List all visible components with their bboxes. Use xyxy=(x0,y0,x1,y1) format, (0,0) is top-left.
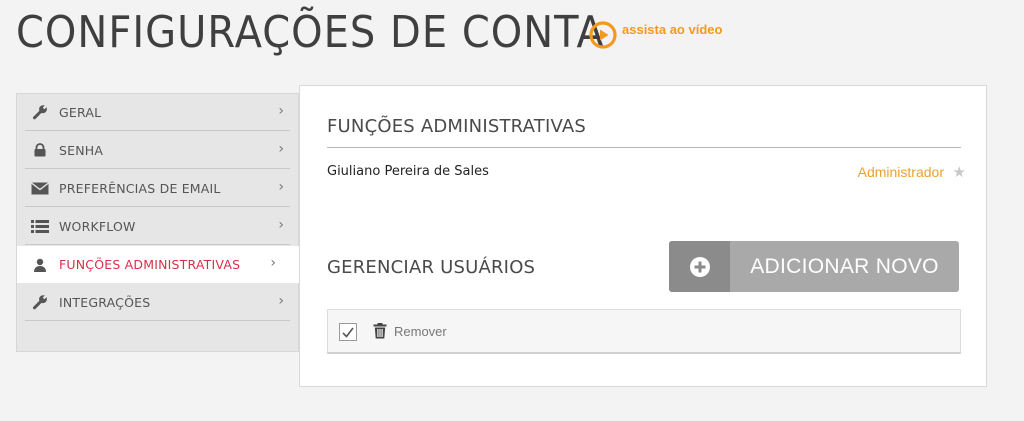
lock-icon xyxy=(29,142,51,158)
chevron-right-icon: › xyxy=(278,141,284,157)
play-circle-icon xyxy=(589,21,617,49)
sidebar-item-geral[interactable]: GERAL › xyxy=(25,94,290,131)
divider xyxy=(327,147,961,148)
chevron-right-icon: › xyxy=(278,217,284,233)
chevron-right-icon: › xyxy=(278,179,284,195)
sidebar-item-integracoes[interactable]: INTEGRAÇÕES › xyxy=(25,284,290,321)
trash-icon[interactable] xyxy=(373,323,387,339)
watch-video-link[interactable]: assista ao vídeo xyxy=(588,20,722,50)
sidebar-item-label: FUNÇÕES ADMINISTRATIVAS xyxy=(59,257,241,272)
chevron-right-icon: › xyxy=(278,293,284,309)
settings-sidebar: GERAL › SENHA › PREFERÊNCIAS DE EMAIL › … xyxy=(16,93,300,352)
sidebar-item-label: WORKFLOW xyxy=(59,218,136,234)
section-heading-admin-roles: FUNÇÕES ADMINISTRATIVAS xyxy=(327,116,586,137)
remove-button[interactable]: Remover xyxy=(394,324,447,339)
wrench-icon xyxy=(29,294,51,310)
envelope-icon xyxy=(29,180,51,196)
admin-roles-panel: FUNÇÕES ADMINISTRATIVAS Giuliano Pereira… xyxy=(299,85,987,387)
sidebar-item-label: SENHA xyxy=(59,142,104,158)
chevron-right-icon: › xyxy=(278,103,284,119)
star-icon[interactable]: ★ xyxy=(953,163,966,181)
sidebar-item-senha[interactable]: SENHA › xyxy=(25,132,290,169)
chevron-right-icon: › xyxy=(270,255,276,271)
sidebar-item-label: GERAL xyxy=(59,104,102,120)
sidebar-item-label: PREFERÊNCIAS DE EMAIL xyxy=(59,180,221,196)
sidebar-item-workflow[interactable]: WORKFLOW › xyxy=(25,208,290,245)
section-heading-manage-users: GERENCIAR USUÁRIOS xyxy=(327,257,536,278)
select-all-checkbox[interactable] xyxy=(339,323,357,341)
plus-circle-icon xyxy=(669,241,730,292)
wrench-icon xyxy=(29,104,51,120)
sidebar-item-label: INTEGRAÇÕES xyxy=(59,294,151,310)
sidebar-item-preferencias-email[interactable]: PREFERÊNCIAS DE EMAIL › xyxy=(25,170,290,207)
add-new-label: ADICIONAR NOVO xyxy=(750,254,939,278)
users-toolbar: Remover xyxy=(327,309,961,354)
watch-video-label: assista ao vídeo xyxy=(622,21,723,37)
admin-user-name: Giuliano Pereira de Sales xyxy=(327,164,489,179)
admin-role-link[interactable]: Administrador xyxy=(858,164,944,180)
list-icon xyxy=(29,218,51,234)
add-new-user-button[interactable]: ADICIONAR NOVO xyxy=(669,241,959,292)
sidebar-item-funcoes-administrativas[interactable]: FUNÇÕES ADMINISTRATIVAS › xyxy=(17,246,300,283)
checkmark-icon xyxy=(342,327,354,338)
page-title: CONFIGURAÇÕES DE CONTA xyxy=(16,8,605,58)
user-icon xyxy=(29,257,51,273)
